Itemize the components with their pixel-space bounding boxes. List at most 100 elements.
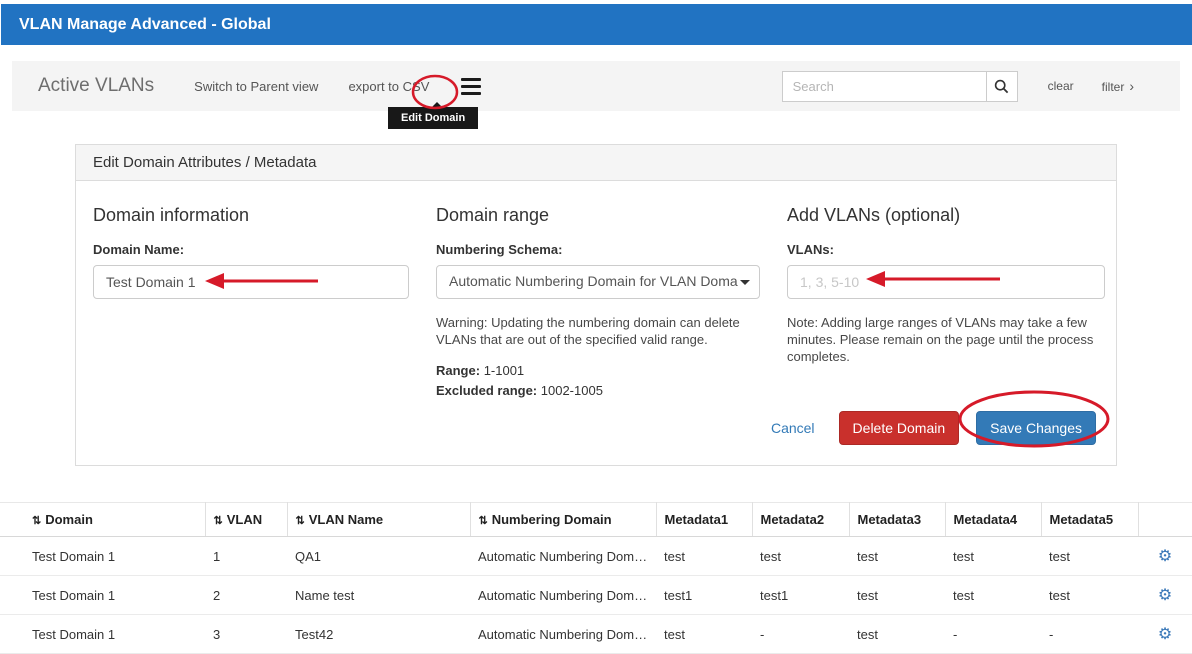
search-input[interactable]: [782, 71, 987, 102]
excluded-range-label: Excluded range:: [436, 383, 537, 398]
app-header: VLAN Manage Advanced - Global: [1, 4, 1192, 45]
cell-metadata5: -: [1041, 615, 1138, 654]
table-row: Test Domain 1 3 Test42 Automatic Numberi…: [0, 615, 1192, 654]
note-text: Note: Adding large ranges of VLANs may t…: [787, 314, 1105, 365]
cell-metadata4: test: [945, 537, 1041, 576]
cell-domain: Test Domain 1: [0, 576, 205, 615]
caret-down-icon: [740, 280, 750, 285]
row-actions-cell: ⚙: [1138, 615, 1192, 654]
cell-metadata1: test: [656, 615, 752, 654]
gear-icon[interactable]: ⚙: [1158, 548, 1172, 565]
cell-metadata2: test1: [752, 576, 849, 615]
domain-name-input[interactable]: [93, 265, 409, 299]
warning-text: Warning: Updating the numbering domain c…: [436, 314, 760, 348]
row-actions-cell: ⚙: [1138, 576, 1192, 615]
panel-title: Edit Domain Attributes / Metadata: [76, 145, 1116, 181]
table-row: Test Domain 1 1 QA1 Automatic Numbering …: [0, 537, 1192, 576]
vlans-input[interactable]: [787, 265, 1105, 299]
domain-information-section: Domain information Domain Name:: [93, 199, 409, 398]
column-header-label: Metadata1: [665, 512, 729, 527]
column-header-numbering-domain[interactable]: ⇅Numbering Domain: [470, 503, 656, 537]
cell-metadata3: test: [849, 615, 945, 654]
cell-metadata2: test: [752, 537, 849, 576]
column-header-metadata1: Metadata1: [656, 503, 752, 537]
cell-vlan-name: Test42: [287, 615, 470, 654]
column-header-metadata5: Metadata5: [1041, 503, 1138, 537]
column-header-label: Metadata2: [761, 512, 825, 527]
filter-link-label: filter: [1102, 80, 1125, 94]
panel-actions: Cancel Delete Domain Save Changes: [93, 411, 1101, 445]
sort-icon: ⇅: [32, 515, 41, 527]
column-header-label: Domain: [45, 512, 93, 527]
switch-to-parent-link[interactable]: Switch to Parent view: [194, 79, 318, 94]
domain-information-heading: Domain information: [93, 205, 409, 226]
gear-icon[interactable]: ⚙: [1158, 587, 1172, 604]
cancel-link[interactable]: Cancel: [771, 420, 815, 436]
range-line: Range: 1-1001: [436, 363, 760, 378]
column-header-domain[interactable]: ⇅ Domain: [0, 503, 205, 537]
cell-numbering-domain: Automatic Numbering Doma...: [470, 615, 656, 654]
column-header-label: Metadata3: [858, 512, 922, 527]
table-row: Test Domain 1 2 Name test Automatic Numb…: [0, 576, 1192, 615]
cell-metadata1: test1: [656, 576, 752, 615]
column-header-label: Metadata4: [954, 512, 1018, 527]
vlans-label: VLANs:: [787, 242, 1105, 257]
domain-range-heading: Domain range: [436, 205, 760, 226]
edit-domain-tooltip: Edit Domain: [388, 107, 478, 129]
range-value: 1-1001: [484, 363, 524, 378]
search-icon: [994, 79, 1009, 94]
cell-metadata4: -: [945, 615, 1041, 654]
column-header-vlan[interactable]: ⇅ VLAN: [205, 503, 287, 537]
hamburger-icon: [461, 92, 481, 95]
page-heading: Active VLANs: [38, 75, 154, 97]
hamburger-icon: [461, 85, 481, 88]
cell-vlan-name: QA1: [287, 537, 470, 576]
cell-numbering-domain: Automatic Numbering Doma...: [470, 576, 656, 615]
column-header-metadata2: Metadata2: [752, 503, 849, 537]
clear-link[interactable]: clear: [1048, 79, 1074, 93]
numbering-schema-select[interactable]: Automatic Numbering Domain for VLAN Doma: [436, 265, 760, 299]
cell-metadata3: test: [849, 576, 945, 615]
cell-metadata3: test: [849, 537, 945, 576]
cell-vlan-name: Name test: [287, 576, 470, 615]
column-header-actions: [1138, 503, 1192, 537]
numbering-schema-value: Automatic Numbering Domain for VLAN Doma: [449, 273, 738, 289]
panel-body: Domain information Domain Name: Domain r…: [76, 181, 1116, 465]
table-header-row: ⇅Domain ⇅VLAN ⇅VLAN Name ⇅Numbering Doma…: [0, 503, 1192, 537]
page: VLAN Manage Advanced - Global Active VLA…: [0, 4, 1192, 654]
export-csv-link[interactable]: export to CSV: [348, 79, 429, 94]
excluded-range-value: 1002-1005: [541, 383, 603, 398]
column-header-metadata3: Metadata3: [849, 503, 945, 537]
filter-link[interactable]: filter ›: [1102, 78, 1134, 94]
domain-name-label: Domain Name:: [93, 242, 409, 257]
sort-icon: ⇅: [214, 515, 223, 527]
cell-metadata5: test: [1041, 576, 1138, 615]
edit-domain-menu-button[interactable]: [459, 76, 483, 97]
cell-metadata2: -: [752, 615, 849, 654]
column-header-label: VLAN: [227, 512, 262, 527]
cell-metadata5: test: [1041, 537, 1138, 576]
range-label: Range:: [436, 363, 480, 378]
search-button[interactable]: [986, 71, 1018, 102]
add-vlans-heading: Add VLANs (optional): [787, 205, 1105, 226]
cell-vlan: 2: [205, 576, 287, 615]
toolbar: Active VLANs Switch to Parent view expor…: [12, 61, 1180, 111]
cell-numbering-domain: Automatic Numbering Doma...: [470, 537, 656, 576]
delete-domain-button[interactable]: Delete Domain: [839, 411, 960, 445]
column-header-label: Metadata5: [1050, 512, 1114, 527]
chevron-right-icon: ›: [1129, 78, 1134, 94]
save-changes-button[interactable]: Save Changes: [976, 411, 1096, 445]
toolbar-right-group: clear filter ›: [782, 71, 1134, 102]
excluded-range-line: Excluded range: 1002-1005: [436, 383, 760, 398]
column-header-label: Numbering Domain: [492, 512, 612, 527]
cell-vlan: 3: [205, 615, 287, 654]
edit-domain-panel: Edit Domain Attributes / Metadata Domain…: [75, 144, 1117, 466]
hamburger-icon: [461, 78, 481, 81]
column-header-vlan-name[interactable]: ⇅VLAN Name: [287, 503, 470, 537]
add-vlans-section: Add VLANs (optional) VLANs: Note: Adding…: [787, 199, 1105, 398]
cell-metadata1: test: [656, 537, 752, 576]
sort-icon: ⇅: [296, 515, 305, 527]
gear-icon[interactable]: ⚙: [1158, 626, 1172, 643]
cell-metadata4: test: [945, 576, 1041, 615]
domain-range-section: Domain range Numbering Schema: Automatic…: [436, 199, 760, 398]
